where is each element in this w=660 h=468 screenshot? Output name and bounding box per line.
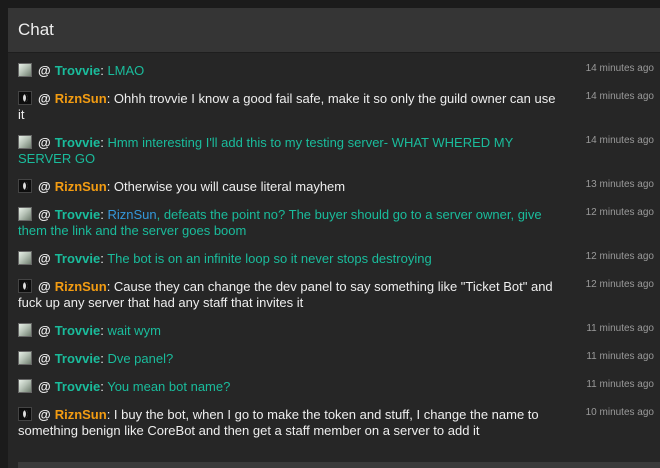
at-icon: @ xyxy=(38,279,51,294)
chat-message: @ Trovvie: wait wym 11 minutes ago xyxy=(8,319,660,347)
timestamp: 11 minutes ago xyxy=(586,379,654,390)
user-mention[interactable]: RiznSun xyxy=(107,207,156,222)
username[interactable]: Trovvie xyxy=(55,207,101,222)
chat-input-bar[interactable] xyxy=(18,462,660,468)
chat-message: @ Trovvie: Hmm interesting I'll add this … xyxy=(18,135,654,166)
username[interactable]: RiznSun xyxy=(55,179,107,194)
timestamp: 11 minutes ago xyxy=(586,351,654,362)
at-icon: @ xyxy=(38,63,51,78)
avatar[interactable] xyxy=(18,207,32,221)
timestamp: 12 minutes ago xyxy=(585,251,654,262)
message-text: LMAO xyxy=(107,63,145,78)
timestamp: 14 minutes ago xyxy=(585,63,654,74)
chat-header: Chat xyxy=(8,8,660,53)
chat-title: Chat xyxy=(18,20,54,39)
message-text: You mean bot name? xyxy=(107,379,231,394)
username[interactable]: Trovvie xyxy=(55,351,101,366)
at-icon: @ xyxy=(38,379,51,394)
timestamp: 14 minutes ago xyxy=(585,135,654,146)
timestamp: 13 minutes ago xyxy=(585,179,654,190)
avatar[interactable] xyxy=(18,279,32,293)
username[interactable]: Trovvie xyxy=(55,63,101,78)
message-text: The bot is on an infinite loop so it nev… xyxy=(107,251,432,266)
chat-panel: Chat @ Trovvie: LMAO 14 minutes ago @ Rizn… xyxy=(8,8,660,468)
username[interactable]: Trovvie xyxy=(55,135,101,150)
avatar[interactable] xyxy=(18,63,32,77)
avatar[interactable] xyxy=(18,251,32,265)
timestamp: 12 minutes ago xyxy=(585,279,654,290)
avatar[interactable] xyxy=(18,323,32,337)
timestamp: 14 minutes ago xyxy=(585,91,654,102)
chat-message: @ Trovvie: You mean bot name? 11 minutes … xyxy=(8,375,660,403)
message-text: wait wym xyxy=(107,323,161,338)
chat-message: @ Trovvie: Dve panel? 11 minutes ago xyxy=(8,347,660,375)
username[interactable]: RiznSun xyxy=(55,279,107,294)
avatar[interactable] xyxy=(18,407,32,421)
chat-message: @ Trovvie: RiznSun, defeats the point no?… xyxy=(18,207,654,238)
avatar[interactable] xyxy=(18,351,32,365)
at-icon: @ xyxy=(38,251,51,266)
chat-message: @ RiznSun: Ohhh trovvie I know a good fai… xyxy=(18,91,654,122)
avatar[interactable] xyxy=(18,135,32,149)
message-text: Otherwise you will cause literal mayhem xyxy=(113,179,346,194)
chat-message: @ Trovvie: The bot is on an infinite loop… xyxy=(8,247,660,275)
username[interactable]: Trovvie xyxy=(55,379,101,394)
message-list[interactable]: @ Trovvie: LMAO 14 minutes ago @ RiznSun: … xyxy=(8,53,660,447)
username[interactable]: RiznSun xyxy=(55,407,107,422)
message-text: Dve panel? xyxy=(107,351,174,366)
chat-message: @ RiznSun: Cause they can change the dev … xyxy=(18,279,654,310)
at-icon: @ xyxy=(38,91,51,106)
at-icon: @ xyxy=(38,351,51,366)
timestamp: 12 minutes ago xyxy=(585,207,654,218)
at-icon: @ xyxy=(38,207,51,222)
chat-message: @ RiznSun: I buy the bot, when I go to ma… xyxy=(18,407,654,438)
chat-message: @ Trovvie: LMAO 14 minutes ago xyxy=(8,59,660,87)
avatar[interactable] xyxy=(18,379,32,393)
username[interactable]: Trovvie xyxy=(55,251,101,266)
at-icon: @ xyxy=(38,135,51,150)
avatar[interactable] xyxy=(18,91,32,105)
timestamp: 10 minutes ago xyxy=(585,407,654,418)
username[interactable]: RiznSun xyxy=(55,91,107,106)
at-icon: @ xyxy=(38,179,51,194)
at-icon: @ xyxy=(38,323,51,338)
timestamp: 11 minutes ago xyxy=(586,323,654,334)
avatar[interactable] xyxy=(18,179,32,193)
chat-message: @ RiznSun: Otherwise you will cause liter… xyxy=(8,175,660,203)
username[interactable]: Trovvie xyxy=(55,323,101,338)
at-icon: @ xyxy=(38,407,51,422)
